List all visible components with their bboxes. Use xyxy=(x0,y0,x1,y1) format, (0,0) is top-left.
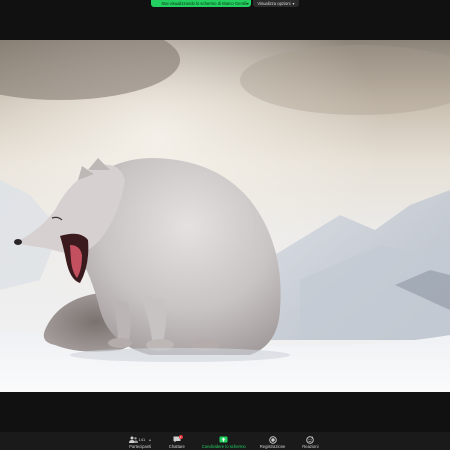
chat-unread-badge: 1 xyxy=(178,435,183,439)
participants-label: Partecipanti xyxy=(129,444,152,449)
caret-up-icon[interactable]: ▲ xyxy=(148,438,151,442)
view-options-button[interactable]: Visualizza opzioni ▾ xyxy=(253,0,299,7)
share-status-pill[interactable]: Stai visualizzando lo schermo di Marco G… xyxy=(151,0,252,7)
share-screen-icon xyxy=(219,436,228,443)
record-label: Registrazione xyxy=(259,444,286,449)
meeting-window: Stai visualizzando lo schermo di Marco G… xyxy=(0,0,450,450)
view-options-label: Visualizza opzioni xyxy=(257,1,291,6)
record-icon xyxy=(268,435,277,444)
share-screen-label: Condividere lo schermo xyxy=(201,444,246,449)
record-button[interactable]: Registrazione xyxy=(259,435,286,449)
top-banner: Stai visualizzando lo schermo di Marco G… xyxy=(0,0,450,8)
chat-label: Chattare xyxy=(168,444,185,449)
chat-button[interactable]: 1 Chattare xyxy=(166,435,188,449)
chevron-down-icon: ▾ xyxy=(292,1,295,6)
participants-button[interactable]: 141 ▲ Partecipanti xyxy=(128,435,152,449)
shared-screen-image xyxy=(0,40,450,392)
chevron-down-icon[interactable]: ▾ xyxy=(247,1,249,7)
share-screen-button[interactable]: Condividere lo schermo xyxy=(202,435,246,449)
reactions-label: Reazioni xyxy=(302,444,319,449)
shared-screen-view xyxy=(0,40,450,392)
participants-count: 141 xyxy=(138,437,146,442)
people-icon xyxy=(128,436,138,443)
reactions-button[interactable]: Reazioni xyxy=(299,435,321,449)
meeting-toolbar: 141 ▲ Partecipanti 1 Chattare Condivider xyxy=(0,432,450,450)
smiley-icon xyxy=(306,435,315,444)
share-status-text: Stai visualizzando lo schermo di Marco G… xyxy=(161,1,247,6)
